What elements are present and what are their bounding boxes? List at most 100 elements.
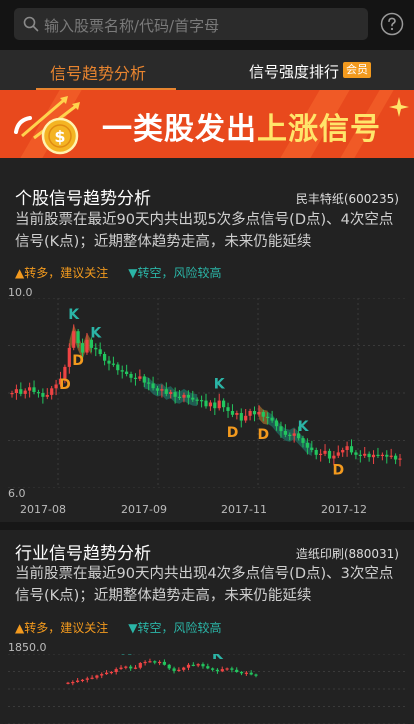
candle — [249, 672, 253, 675]
candle — [358, 454, 362, 456]
buy-signal-d: D — [59, 377, 71, 393]
question-circle-icon[interactable] — [380, 12, 404, 36]
candle — [345, 446, 349, 450]
legend-up-label: 转多，建议关注 — [24, 621, 109, 635]
buy-signal-d: D — [227, 425, 239, 441]
search-icon — [23, 16, 39, 32]
candle — [129, 374, 133, 378]
candle — [76, 331, 80, 344]
candle — [398, 458, 402, 460]
section-title: 个股信号趋势分析 — [15, 189, 151, 209]
candle — [28, 387, 32, 391]
legend-down: ▼转空，风险较高 — [128, 621, 222, 635]
candle — [283, 431, 287, 435]
sell-signal-k: K — [212, 654, 224, 663]
industry-name[interactable]: 造纸印刷(880031) — [296, 545, 399, 562]
candle — [182, 667, 186, 670]
candle — [332, 455, 336, 459]
candle — [80, 343, 85, 353]
legend-up-label: 转多，建议关注 — [24, 266, 109, 280]
candle — [195, 399, 199, 401]
candle — [292, 433, 296, 436]
candle — [160, 389, 164, 391]
candle — [95, 675, 99, 678]
candle — [72, 331, 76, 348]
candle — [177, 396, 182, 398]
candle — [349, 446, 354, 453]
candle — [274, 420, 279, 427]
tab-signal-trend[interactable]: 信号趋势分析 — [50, 60, 146, 84]
sell-signal-k: K — [149, 654, 161, 655]
candle — [239, 413, 243, 421]
stock-name[interactable]: 民丰特纸(600235) — [296, 190, 399, 207]
candle — [129, 666, 133, 669]
search-input[interactable]: 输入股票名称/代码/首字母 — [14, 8, 368, 40]
tab-signal-ranking[interactable]: 信号强度排行 — [249, 61, 339, 82]
legend-down-label: 转空，风险较高 — [137, 621, 222, 635]
candle — [389, 455, 393, 457]
candle — [336, 452, 340, 456]
candle — [85, 678, 89, 680]
sell-signal-k: K — [90, 325, 102, 341]
candle — [45, 394, 49, 397]
stock-candlestick-chart[interactable]: DKDKKD D KD — [8, 298, 406, 488]
candle — [225, 668, 229, 670]
candle — [266, 416, 270, 418]
candle — [116, 364, 120, 371]
candle — [380, 454, 384, 456]
candle — [217, 400, 221, 409]
x-axis-label: 2017-11 — [221, 503, 267, 516]
chart-legend: ▲转多，建议关注 ▼转空，风险较高 — [15, 264, 222, 281]
candle — [173, 392, 177, 397]
candle — [222, 400, 226, 408]
candle — [98, 349, 102, 354]
candle — [32, 387, 36, 392]
candle — [109, 671, 113, 674]
candle — [167, 664, 171, 669]
candle — [196, 664, 200, 666]
candle — [341, 450, 345, 453]
candle — [94, 347, 98, 350]
candle — [204, 400, 208, 407]
candle — [148, 661, 152, 663]
section-title: 行业信号趋势分析 — [15, 544, 151, 564]
candle — [354, 452, 358, 455]
x-axis-label: 2017-08 — [20, 503, 66, 516]
candle — [182, 394, 186, 398]
candle — [314, 450, 318, 455]
candle — [100, 674, 104, 676]
candle — [76, 680, 80, 682]
candle — [125, 371, 129, 374]
candle — [23, 390, 27, 394]
candle — [208, 402, 212, 407]
promo-banner[interactable]: $ 一类股发出上涨信号 — [0, 90, 414, 158]
legend-down-label: 转空，风险较高 — [137, 266, 222, 280]
candle — [327, 450, 332, 459]
candle — [235, 413, 239, 415]
candle — [41, 393, 45, 397]
candle — [244, 415, 248, 421]
candle — [138, 376, 142, 379]
buy-signal-d: D — [257, 427, 269, 443]
candle — [248, 411, 252, 416]
candle — [169, 392, 173, 394]
industry-candlestick-chart[interactable]: KKK — [8, 654, 406, 724]
candle — [186, 664, 191, 668]
chart-legend: ▲转多，建议关注 ▼转空，风险较高 — [15, 619, 222, 636]
candle — [10, 393, 14, 395]
candle — [191, 397, 195, 400]
candle — [85, 339, 89, 353]
candle — [66, 682, 70, 684]
vip-badge: 会员 — [343, 62, 371, 78]
candle — [215, 669, 219, 672]
tab-bar: 信号趋势分析 信号强度排行 会员 — [0, 50, 414, 90]
candle — [376, 454, 380, 456]
sell-signal-k: K — [68, 307, 80, 323]
banner-text: 一类股发出上涨信号 — [102, 104, 381, 148]
candle — [206, 666, 210, 669]
candle — [153, 661, 157, 663]
sell-signal-k: K — [298, 419, 310, 435]
candle — [142, 376, 146, 383]
section-description: 当前股票在最近90天内共出现4次多点信号(D点)、3次空点信号(K点)；近期整体… — [15, 566, 394, 604]
stock-signal-section: 个股信号趋势分析 民丰特纸(600235) 当前股票在最近90天内共出现5次多点… — [0, 158, 414, 522]
